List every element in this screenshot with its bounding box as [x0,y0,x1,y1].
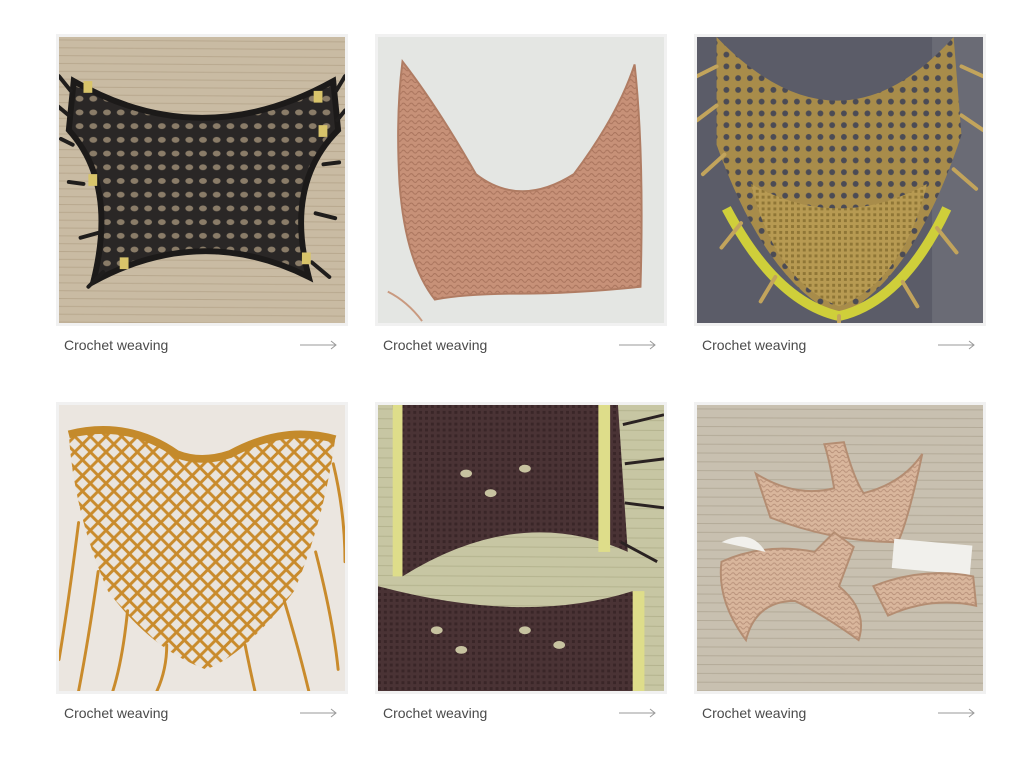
product-caption[interactable]: Crochet weaving [375,694,667,732]
long-arrow-right-icon[interactable] [619,340,657,350]
product-image[interactable] [375,34,667,326]
long-arrow-right-icon[interactable] [300,340,338,350]
long-arrow-right-icon[interactable] [300,708,338,718]
product-card[interactable]: Crochet weaving [56,402,348,732]
product-title[interactable]: Crochet weaving [64,337,168,353]
product-image[interactable] [56,34,348,326]
product-caption[interactable]: Crochet weaving [694,326,986,364]
product-image[interactable] [694,402,986,694]
product-caption[interactable]: Crochet weaving [375,326,667,364]
product-card[interactable]: Crochet weaving [56,34,348,364]
product-image[interactable] [56,402,348,694]
product-caption[interactable]: Crochet weaving [56,694,348,732]
product-grid: Crochet weaving Crochet weaving Crochet … [56,34,986,732]
product-image[interactable] [694,34,986,326]
product-title[interactable]: Crochet weaving [64,705,168,721]
product-caption[interactable]: Crochet weaving [694,694,986,732]
product-title[interactable]: Crochet weaving [383,337,487,353]
product-card[interactable]: Crochet weaving [694,402,986,732]
product-title[interactable]: Crochet weaving [383,705,487,721]
long-arrow-right-icon[interactable] [938,708,976,718]
product-title[interactable]: Crochet weaving [702,337,806,353]
product-caption[interactable]: Crochet weaving [56,326,348,364]
product-image[interactable] [375,402,667,694]
product-card[interactable]: Crochet weaving [375,34,667,364]
product-card[interactable]: Crochet weaving [375,402,667,732]
long-arrow-right-icon[interactable] [619,708,657,718]
product-card[interactable]: Crochet weaving [694,34,986,364]
long-arrow-right-icon[interactable] [938,340,976,350]
product-title[interactable]: Crochet weaving [702,705,806,721]
